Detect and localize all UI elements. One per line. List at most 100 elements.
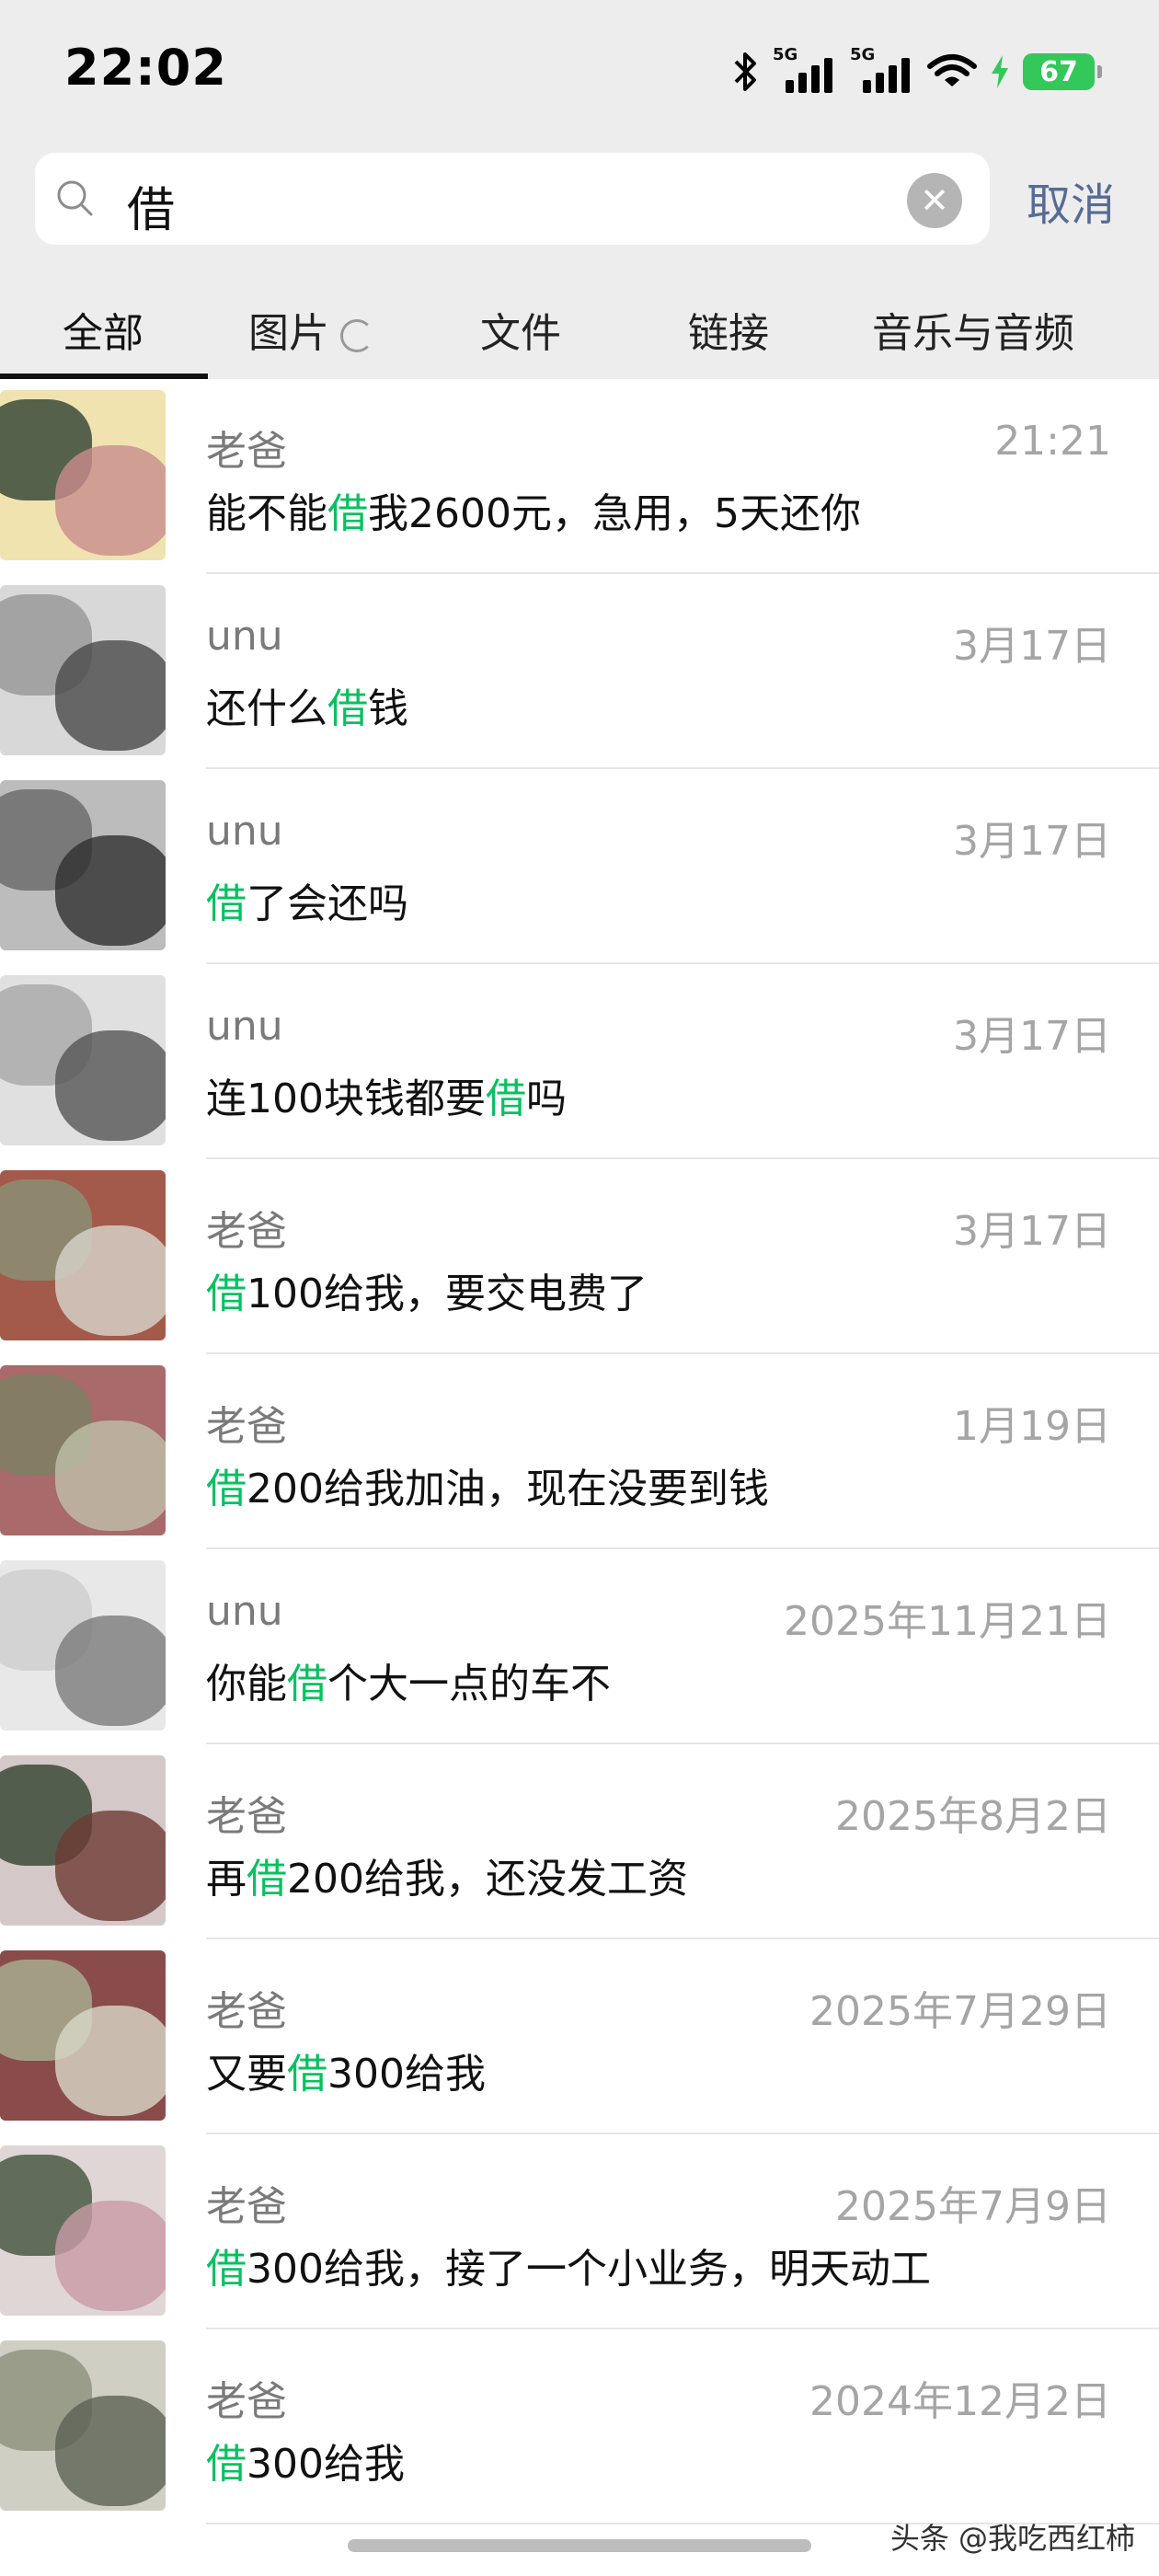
keyword-highlight: 借 bbox=[287, 2051, 327, 2098]
list-item[interactable]: unu 3月17日 借了会还吗 bbox=[0, 769, 1159, 964]
message-date: 3月17日 bbox=[953, 1208, 1111, 1255]
message-snippet: 又要借300给我 bbox=[206, 2041, 486, 2099]
message-date: 2025年8月2日 bbox=[835, 1793, 1111, 1840]
contact-name: 老爸 bbox=[206, 2378, 287, 2425]
snippet-text: 再 bbox=[206, 1856, 247, 1903]
snippet-text: 300给我，接了一个小业务，明天动工 bbox=[247, 2246, 931, 2293]
list-item[interactable]: unu 3月17日连100块钱都要借吗 bbox=[0, 964, 1159, 1159]
snippet-text: 100给我，要交电费了 bbox=[247, 1271, 648, 1317]
snippet-text: 个大一点的车不 bbox=[327, 1661, 611, 1708]
tab-files[interactable]: 文件 bbox=[480, 300, 561, 359]
avatar[interactable] bbox=[0, 1170, 166, 1340]
message-snippet: 还什么借钱 bbox=[206, 675, 408, 734]
message-date: 2025年7月9日 bbox=[835, 2183, 1111, 2230]
keyword-highlight: 借 bbox=[206, 880, 247, 927]
search-icon bbox=[57, 180, 93, 216]
contact-name: 老爸 bbox=[206, 1988, 287, 2035]
search-input[interactable]: 借 ✕ bbox=[35, 153, 990, 245]
loading-spinner-icon bbox=[340, 319, 373, 352]
filter-tabs: 全部 图片 文件 链接 音乐与音频 bbox=[0, 269, 1159, 379]
contact-name: 老爸 bbox=[206, 1403, 287, 1450]
keyword-highlight: 借 bbox=[287, 1661, 327, 1708]
clear-icon[interactable]: ✕ bbox=[907, 173, 962, 228]
list-item[interactable]: 老爸 3月17日 借100给我，要交电费了 bbox=[0, 1159, 1159, 1354]
message-date: 2025年7月29日 bbox=[809, 1988, 1111, 2035]
message-date: 2024年12月2日 bbox=[809, 2378, 1111, 2425]
message-date: 1月19日 bbox=[953, 1403, 1111, 1450]
snippet-text: 能不能 bbox=[206, 490, 327, 537]
message-snippet: 借100给我，要交电费了 bbox=[206, 1260, 648, 1319]
contact-name: 老爸 bbox=[206, 428, 287, 475]
contact-name: 老爸 bbox=[206, 1793, 287, 1840]
search-query: 借 bbox=[127, 183, 176, 238]
keyword-highlight: 借 bbox=[206, 1466, 247, 1512]
list-item[interactable]: 老爸 2025年7月9日借300给我，接了一个小业务，明天动工 bbox=[0, 2134, 1159, 2329]
list-item[interactable]: unu 3月17日还什么借钱 bbox=[0, 574, 1159, 769]
snippet-text: 200给我加油，现在没要到钱 bbox=[247, 1466, 769, 1512]
cancel-button[interactable]: 取消 bbox=[1027, 168, 1115, 233]
list-item[interactable]: 老爸 2025年8月2日再借200给我，还没发工资 bbox=[0, 1744, 1159, 1939]
contact-name: 老爸 bbox=[206, 2183, 287, 2230]
tab-links[interactable]: 链接 bbox=[688, 300, 769, 359]
signal-icon: 5G bbox=[773, 45, 837, 95]
snippet-text: 200给我，还没发工资 bbox=[287, 1856, 688, 1903]
message-date: 3月17日 bbox=[953, 1013, 1111, 1060]
battery-icon: 67 bbox=[1023, 53, 1102, 90]
status-icons: 5G 5G 67 bbox=[732, 44, 1102, 99]
avatar[interactable] bbox=[0, 585, 166, 755]
tab-music-audio[interactable]: 音乐与音频 bbox=[872, 300, 1074, 359]
list-item[interactable]: unu 2025年11月21日你能借个大一点的车不 bbox=[0, 1549, 1159, 1744]
snippet-text: 还什么 bbox=[206, 685, 327, 732]
keyword-highlight: 借 bbox=[206, 2246, 247, 2293]
message-date: 3月17日 bbox=[953, 623, 1111, 670]
list-item[interactable]: 老爸 2024年12月2日借300给我 bbox=[0, 2329, 1159, 2524]
avatar[interactable] bbox=[0, 2340, 166, 2511]
tab-images[interactable]: 图片 bbox=[248, 300, 373, 359]
snippet-text: 300给我 bbox=[327, 2051, 486, 2098]
keyword-highlight: 借 bbox=[485, 1075, 526, 1122]
message-snippet: 借300给我，接了一个小业务，明天动工 bbox=[206, 2236, 931, 2294]
snippet-text: 连100块钱都要 bbox=[206, 1075, 486, 1122]
keyword-highlight: 借 bbox=[206, 1271, 247, 1317]
avatar[interactable] bbox=[0, 390, 166, 560]
message-date: 3月17日 bbox=[953, 818, 1111, 865]
avatar[interactable] bbox=[0, 1950, 166, 2121]
message-date: 2025年11月21日 bbox=[784, 1598, 1111, 1645]
snippet-text: 吗 bbox=[525, 1075, 567, 1122]
contact-name: unu bbox=[206, 1588, 283, 1635]
signal-icon: 5G bbox=[850, 45, 914, 95]
avatar[interactable] bbox=[0, 975, 166, 1145]
keyword-highlight: 借 bbox=[247, 1856, 287, 1903]
keyword-highlight: 借 bbox=[327, 685, 368, 732]
snippet-text: 我2600元，急用，5天还你 bbox=[368, 490, 861, 537]
bluetooth-icon bbox=[734, 52, 756, 91]
status-bar: 22:02 5G 5G 67 bbox=[0, 0, 1159, 138]
snippet-text: 你能 bbox=[206, 1661, 287, 1708]
snippet-text: 300给我 bbox=[247, 2441, 405, 2488]
contact-name: unu bbox=[206, 613, 283, 660]
status-time: 22:02 bbox=[64, 39, 227, 97]
list-item[interactable]: 老爸 21:21 能不能借我2600元，急用，5天还你 bbox=[0, 379, 1159, 574]
list-item[interactable]: 老爸 1月19日借200给我加油，现在没要到钱 bbox=[0, 1354, 1159, 1549]
avatar[interactable] bbox=[0, 1755, 166, 1926]
avatar[interactable] bbox=[0, 780, 166, 950]
keyword-highlight: 借 bbox=[206, 2441, 247, 2488]
snippet-text: 了会还吗 bbox=[247, 880, 408, 927]
home-indicator[interactable] bbox=[348, 2539, 811, 2552]
list-item[interactable]: 老爸 2025年7月29日又要借300给我 bbox=[0, 1939, 1159, 2134]
snippet-text: 钱 bbox=[368, 685, 408, 732]
message-snippet: 能不能借我2600元，急用，5天还你 bbox=[206, 480, 861, 539]
tab-all[interactable]: 全部 bbox=[63, 300, 143, 359]
charging-icon bbox=[992, 55, 1008, 88]
message-snippet: 借200给我加油，现在没要到钱 bbox=[206, 1455, 769, 1514]
wifi-icon bbox=[927, 54, 977, 86]
message-snippet: 再借200给我，还没发工资 bbox=[206, 1846, 688, 1904]
avatar[interactable] bbox=[0, 2145, 166, 2316]
message-snippet: 连100块钱都要借吗 bbox=[206, 1065, 567, 1124]
message-date: 21:21 bbox=[994, 418, 1111, 465]
watermark: 头条 @我吃西红柿 bbox=[889, 2521, 1135, 2556]
contact-name: unu bbox=[206, 1003, 283, 1050]
avatar[interactable] bbox=[0, 1365, 166, 1535]
avatar[interactable] bbox=[0, 1560, 166, 1731]
snippet-text: 又要 bbox=[206, 2051, 287, 2098]
